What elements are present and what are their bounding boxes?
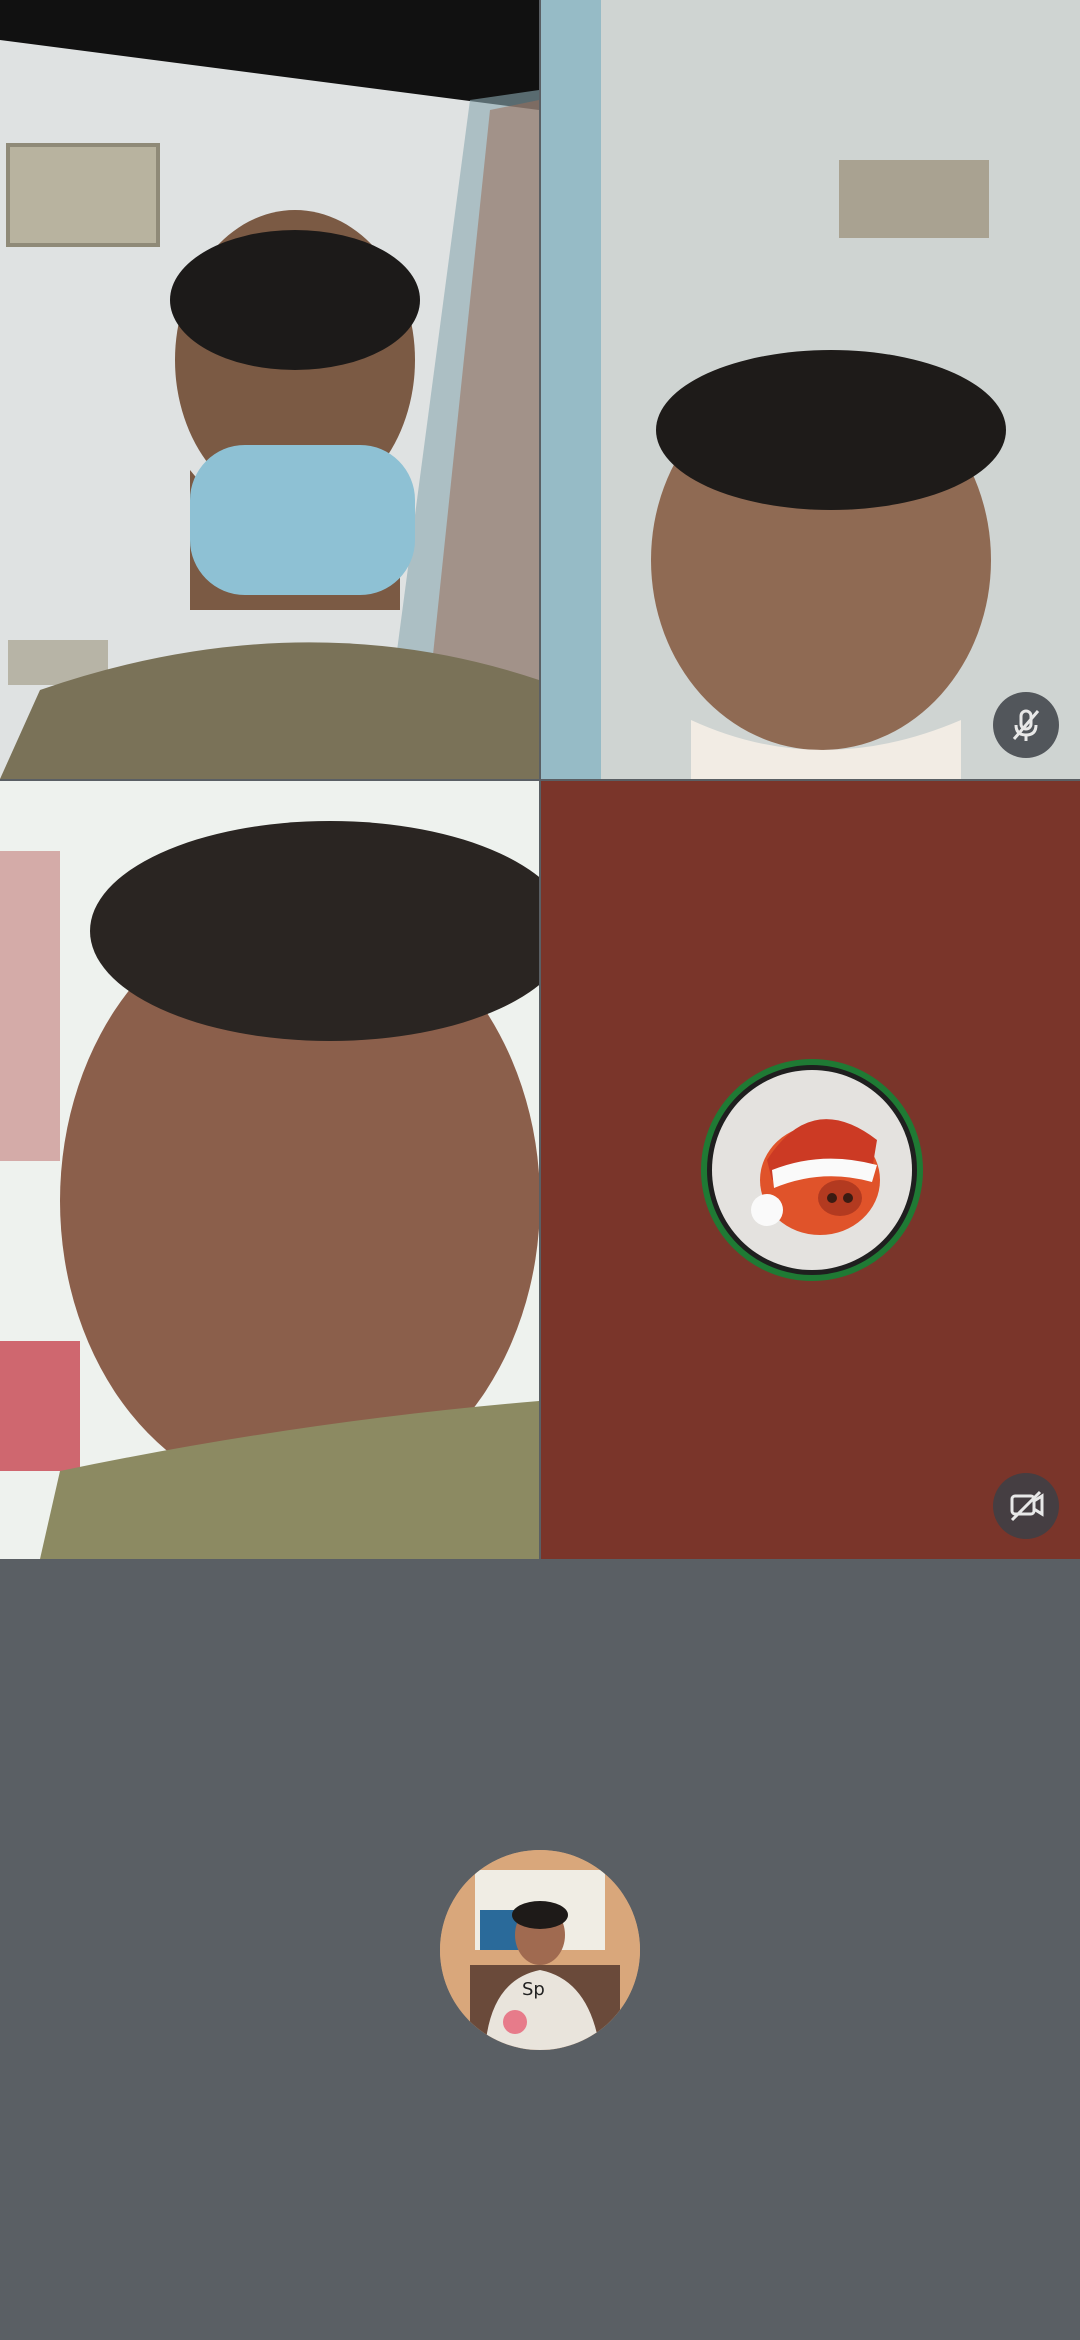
- participant-tile-1[interactable]: [0, 0, 539, 779]
- participant-tile-3[interactable]: [0, 781, 539, 1559]
- mic-off-icon: [993, 692, 1059, 758]
- participant-video-3: [0, 781, 539, 1559]
- participant-video-2: [541, 0, 1080, 779]
- self-view-tile[interactable]: Sp: [0, 1561, 1080, 2340]
- camera-off-icon: [993, 1473, 1059, 1539]
- santa-hat-mascot-avatar: [701, 1059, 923, 1281]
- participant-tile-2[interactable]: [541, 0, 1080, 779]
- self-profile-photo: Sp: [440, 1850, 640, 2050]
- svg-text:Sp: Sp: [522, 1979, 545, 2000]
- participant-tile-4[interactable]: [541, 781, 1080, 1559]
- participant-video-1: [0, 0, 539, 779]
